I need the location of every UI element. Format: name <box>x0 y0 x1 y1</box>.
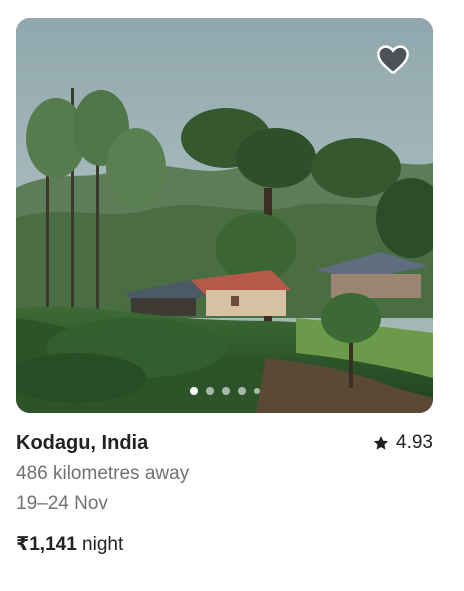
rating-value: 4.93 <box>396 432 433 453</box>
listing-dates: 19–24 Nov <box>16 493 108 514</box>
pagination-dot[interactable] <box>253 388 260 394</box>
rating: 4.93 <box>372 432 433 454</box>
listing-card[interactable]: Kodagu, India 4.93 486 kilometres away 1… <box>16 18 433 556</box>
star-icon <box>373 435 389 450</box>
price-amount: ₹1,141 <box>16 534 77 555</box>
price-unit: night <box>76 534 124 555</box>
listing-image <box>16 18 433 413</box>
listing-distance: 486 kilometres away <box>16 463 190 484</box>
image-pagination-dots <box>16 387 433 395</box>
heart-icon <box>377 45 409 74</box>
listing-photo[interactable] <box>16 18 433 413</box>
pagination-dot[interactable] <box>237 387 246 395</box>
listing-info: Kodagu, India 4.93 486 kilometres away 1… <box>16 429 433 556</box>
pagination-dot[interactable] <box>221 387 230 395</box>
listing-title: Kodagu, India <box>16 431 149 454</box>
title-row: Kodagu, India 4.93 <box>16 429 433 457</box>
price-row: ₹1,141 night <box>16 533 433 556</box>
wishlist-button[interactable] <box>375 41 411 77</box>
pagination-dot-active[interactable] <box>189 387 198 395</box>
pagination-dot[interactable] <box>205 387 214 395</box>
